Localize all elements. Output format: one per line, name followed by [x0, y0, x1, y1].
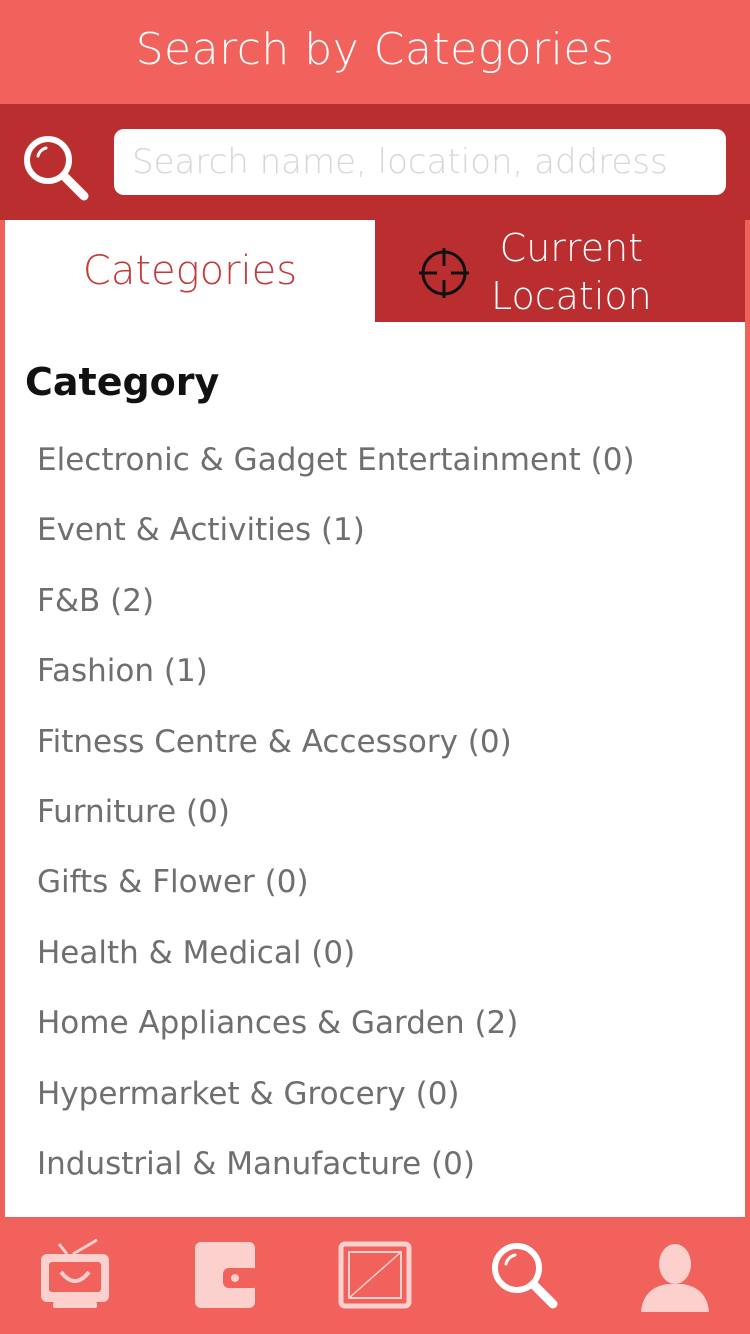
category-item[interactable]: Event & Activities (1)	[37, 502, 635, 572]
tab-wallet[interactable]	[150, 1218, 300, 1334]
profile-icon	[641, 1244, 709, 1312]
category-item[interactable]: Fashion (1)	[37, 643, 635, 713]
bottom-tab-bar	[0, 1218, 750, 1334]
frame-icon	[338, 1241, 412, 1309]
tab-categories[interactable]: Categories	[5, 220, 375, 322]
category-item[interactable]: Hypermarket & Grocery (0)	[37, 1066, 635, 1136]
location-line-2: Location	[491, 274, 652, 318]
tab-current-location-label: Current Location	[491, 224, 652, 320]
category-item[interactable]: Fitness Centre & Accessory (0)	[37, 714, 635, 784]
tab-current-location[interactable]: Current Location	[375, 220, 745, 322]
crosshair-icon	[419, 248, 469, 298]
tab-tv[interactable]	[0, 1218, 150, 1334]
search-input[interactable]	[114, 129, 726, 195]
search-icon[interactable]	[20, 132, 92, 204]
category-item[interactable]: Industrial & Manufacture (0)	[37, 1136, 635, 1206]
search-icon	[492, 1243, 558, 1309]
category-item[interactable]: Home Appliances & Garden (2)	[37, 995, 635, 1065]
tab-search[interactable]	[450, 1218, 600, 1334]
category-item[interactable]: Electronic & Gadget Entertainment (0)	[37, 432, 635, 502]
tab-bar: Categories Current Location	[5, 220, 745, 322]
tab-categories-label: Categories	[82, 248, 298, 294]
category-list: Electronic & Gadget Entertainment (0) Ev…	[37, 432, 635, 1217]
tv-icon	[41, 1238, 109, 1308]
category-heading: Category	[25, 360, 220, 404]
page-title: Search by Categories	[135, 23, 615, 75]
category-item[interactable]: Health & Medical (0)	[37, 925, 635, 995]
category-item[interactable]: Jewellery & Watch (0)	[37, 1206, 635, 1217]
category-item[interactable]: Furniture (0)	[37, 784, 635, 854]
tab-profile[interactable]	[600, 1218, 750, 1334]
tab-frame[interactable]	[300, 1218, 450, 1334]
wallet-icon	[195, 1242, 259, 1308]
category-item[interactable]: F&B (2)	[37, 573, 635, 643]
location-line-1: Current	[499, 226, 644, 270]
category-panel[interactable]: Category Electronic & Gadget Entertainme…	[5, 322, 745, 1217]
category-item[interactable]: Gifts & Flower (0)	[37, 854, 635, 924]
title-bar: Search by Categories	[0, 0, 750, 104]
